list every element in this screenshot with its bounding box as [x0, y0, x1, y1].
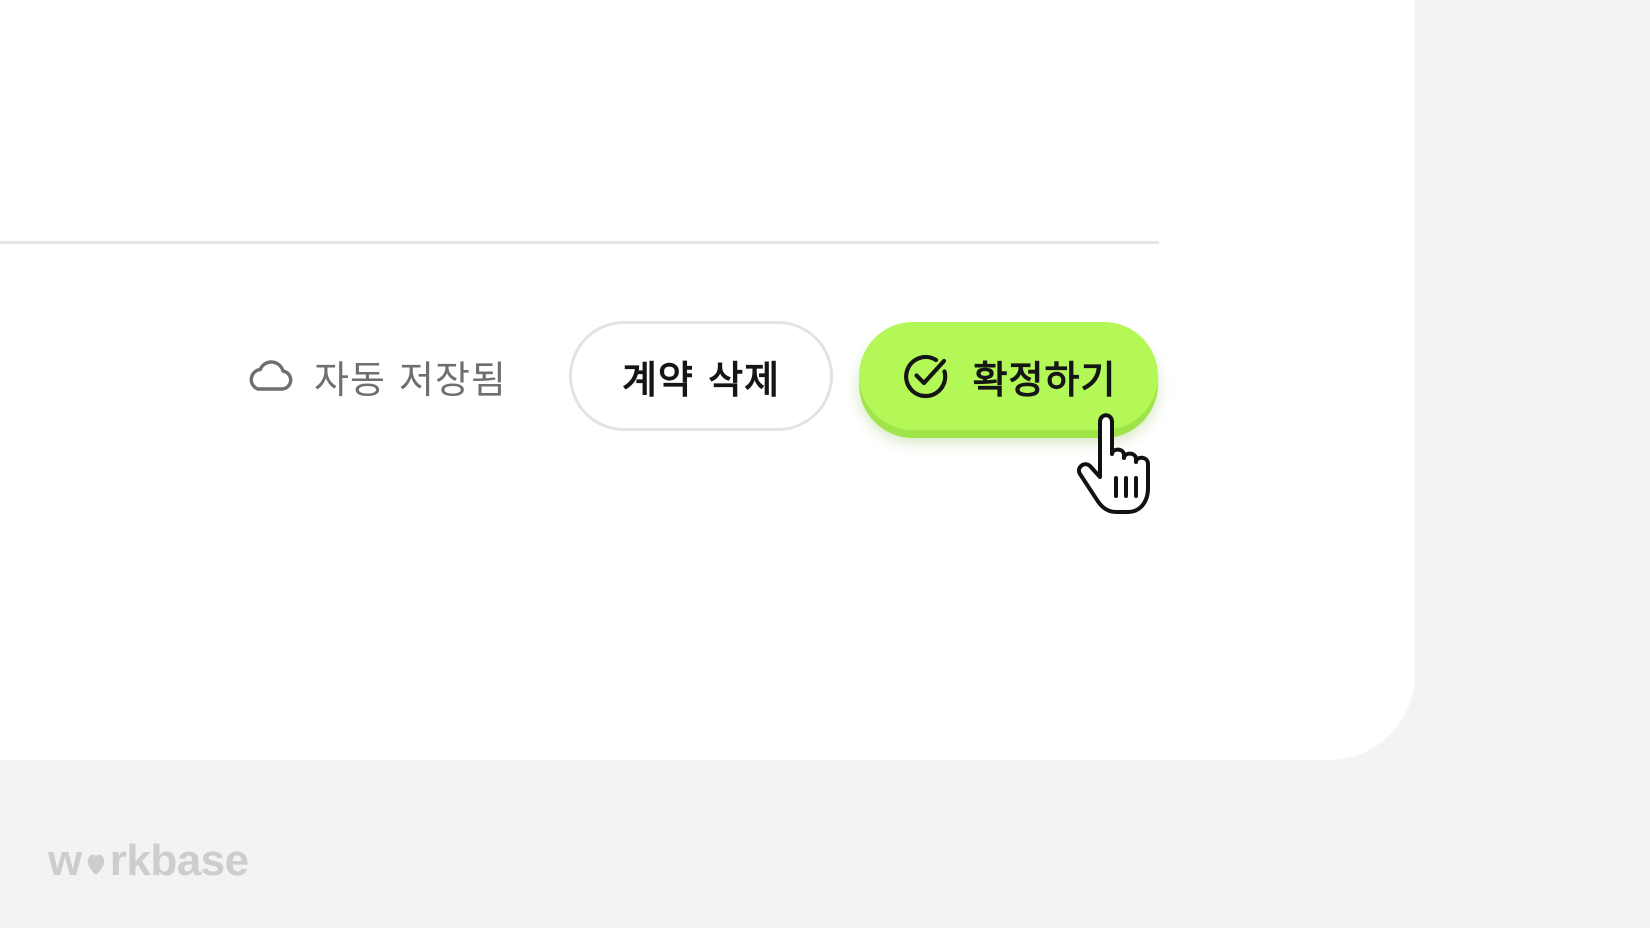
logo-mark-icon — [87, 854, 104, 875]
delete-contract-label: 계약 삭제 — [621, 357, 781, 402]
content-panel: 자동 저장됨 계약 삭제 확정하기 — [0, 0, 1415, 760]
check-circle-icon — [903, 354, 947, 399]
delete-contract-button[interactable]: 계약 삭제 — [569, 321, 833, 431]
confirm-label: 확정하기 — [972, 357, 1117, 402]
section-divider — [0, 241, 1159, 244]
cloud-icon — [249, 360, 293, 391]
logo-text-prefix: w — [48, 836, 82, 885]
confirm-button[interactable]: 확정하기 — [859, 322, 1158, 430]
autosave-status: 자동 저장됨 — [246, 352, 507, 402]
autosave-label: 자동 저장됨 — [314, 357, 507, 402]
workbase-logo: w rkbase — [48, 836, 249, 886]
logo-text-suffix: rkbase — [109, 836, 249, 885]
